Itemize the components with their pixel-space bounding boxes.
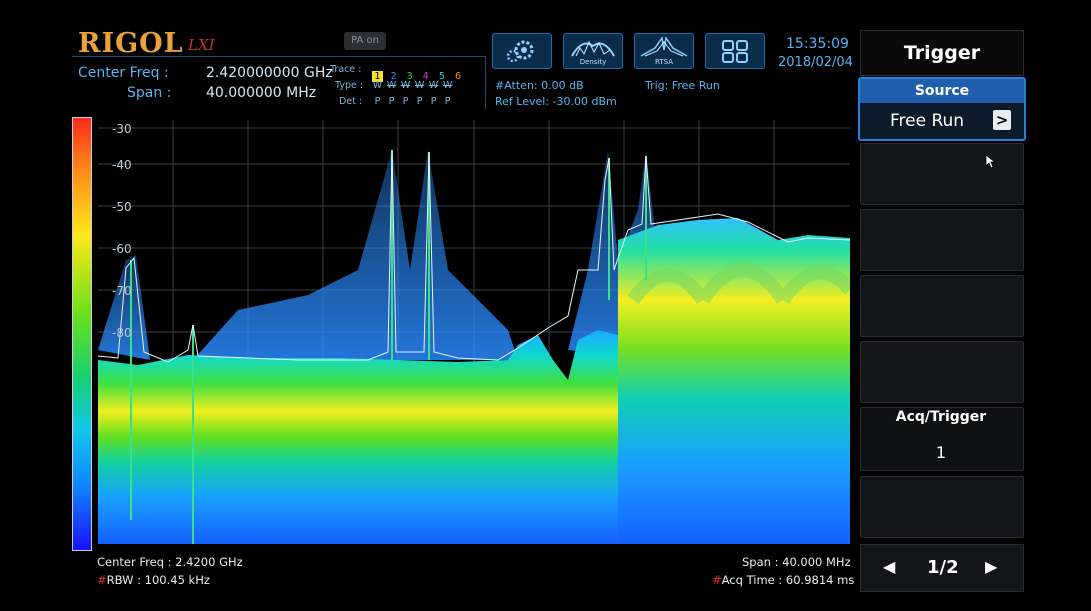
softkey-empty-4[interactable] — [860, 341, 1024, 403]
footer-rbw: #RBW : 100.45 kHz — [97, 573, 210, 587]
spectrum-density-plot[interactable] — [98, 120, 850, 544]
ref-level-readout: Ref Level: -30.00 dBm — [495, 95, 617, 108]
y-tick: -50 — [112, 200, 132, 214]
rtsa-caption: RTSA — [655, 58, 673, 66]
y-tick: -30 — [112, 122, 132, 136]
det-value: P — [402, 96, 409, 107]
y-tick: -80 — [112, 326, 132, 340]
prev-page-icon[interactable]: ◀ — [883, 557, 895, 576]
acq-trigger-value: 1 — [935, 443, 947, 462]
softkey-empty-5[interactable] — [860, 476, 1024, 538]
density-colorbar — [72, 117, 92, 551]
atten-readout: #Atten: 0.00 dB — [495, 79, 584, 92]
menu-title: Trigger — [860, 30, 1024, 76]
type-value: W — [414, 80, 425, 91]
softkey-empty-2[interactable] — [860, 209, 1024, 271]
det-value: P — [444, 96, 451, 107]
span-value[interactable]: 40.000000 MHz — [206, 85, 316, 101]
trace-label: Trace : — [330, 64, 362, 75]
mouse-cursor-icon — [985, 154, 997, 169]
center-freq-value[interactable]: 2.420000000 GHz — [206, 65, 333, 81]
footer-acq-time: #Acq Time : 60.9814 ms — [712, 573, 854, 587]
det-value: P — [388, 96, 395, 107]
clock-date: 2018/02/04 — [778, 55, 853, 70]
settings-button[interactable] — [492, 33, 552, 69]
source-softkey[interactable]: Source Free Run > — [858, 77, 1026, 141]
pa-status-badge: PA on — [344, 32, 386, 50]
modified-marker: # — [712, 573, 722, 587]
settings-gears-icon — [506, 40, 534, 63]
det-value: P — [416, 96, 423, 107]
modified-marker: # — [97, 573, 107, 587]
type-value: W — [400, 80, 411, 91]
density-body-left — [98, 330, 628, 544]
menu-pager: ◀ 1/2 ▶ — [860, 544, 1024, 592]
type-value: W — [386, 80, 397, 91]
acq-trigger-label: Acq/Trigger — [895, 409, 987, 425]
clock-time: 15:35:09 — [786, 36, 849, 52]
density-icon — [571, 40, 615, 57]
det-label: Det : — [339, 96, 363, 107]
type-value: W — [428, 80, 439, 91]
brand-logo: RIGOL — [78, 28, 184, 59]
acq-time-value: Acq Time : 60.9814 ms — [721, 573, 855, 587]
y-tick: -40 — [112, 158, 132, 172]
chevron-right-icon: > — [993, 110, 1011, 130]
softkey-empty-1[interactable] — [860, 143, 1024, 205]
footer-center-freq: Center Freq : 2.4200 GHz — [97, 555, 243, 569]
source-value: Free Run — [890, 111, 965, 131]
trace-6[interactable]: 6 — [452, 71, 463, 82]
density-button[interactable]: Density — [563, 33, 623, 69]
footer-span: Span : 40.000 MHz — [742, 555, 851, 569]
type-value: W — [442, 80, 453, 91]
center-freq-label: Center Freq : — [78, 65, 169, 81]
rtsa-button[interactable]: RTSA — [634, 33, 694, 69]
det-value: P — [374, 96, 381, 107]
trigger-readout: Trig: Free Run — [645, 79, 720, 92]
rtsa-icon — [640, 36, 688, 57]
lxi-logo: LXI — [188, 36, 215, 54]
type-label: Type : — [335, 80, 364, 91]
softkey-empty-3[interactable] — [860, 275, 1024, 337]
layout-grid-icon — [722, 40, 748, 63]
span-label: Span : — [127, 85, 172, 101]
y-tick: -60 — [112, 242, 132, 256]
trace-detectors: P P P P P P — [372, 96, 453, 107]
density-caption: Density — [579, 58, 607, 66]
det-value: P — [430, 96, 437, 107]
next-page-icon[interactable]: ▶ — [985, 557, 997, 576]
rbw-value: RBW : 100.45 kHz — [106, 573, 210, 587]
trace-types: W W W W W W — [372, 80, 453, 91]
y-tick: -70 — [112, 284, 132, 298]
type-value: W — [372, 80, 383, 91]
page-indicator: 1/2 — [927, 557, 959, 578]
layout-button[interactable] — [705, 33, 765, 69]
source-label: Source — [860, 79, 1024, 103]
